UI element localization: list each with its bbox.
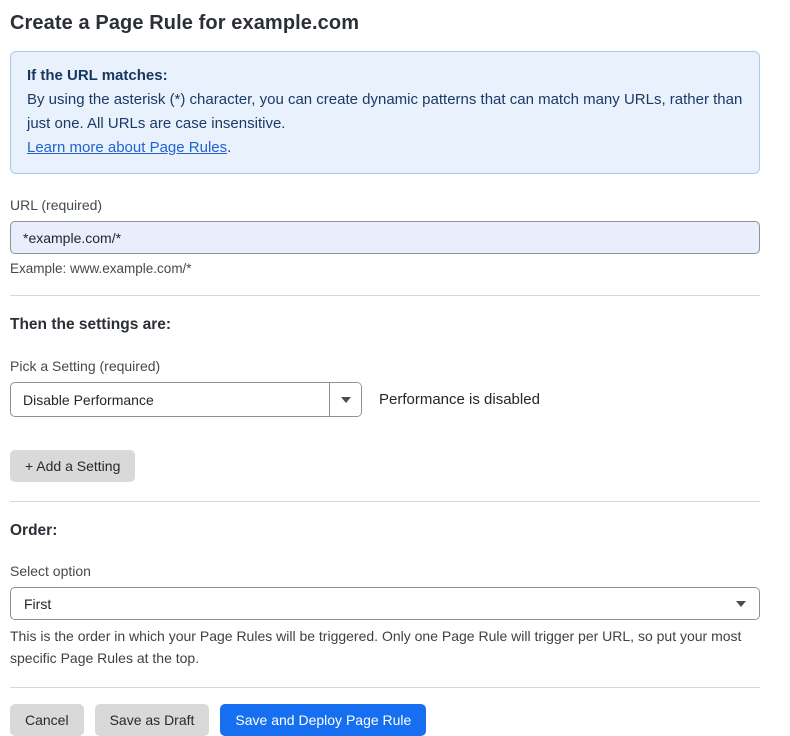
- divider: [10, 501, 760, 502]
- divider: [10, 295, 760, 296]
- setting-select-value: Disable Performance: [11, 383, 329, 416]
- setting-row: Disable Performance Performance is disab…: [10, 382, 760, 417]
- info-box-body: By using the asterisk (*) character, you…: [27, 88, 743, 136]
- setting-select-arrow-button[interactable]: [329, 383, 361, 416]
- order-select[interactable]: First: [10, 587, 760, 620]
- save-and-deploy-button[interactable]: Save and Deploy Page Rule: [220, 704, 426, 736]
- chevron-down-icon: [736, 601, 746, 607]
- order-select-label: Select option: [10, 563, 760, 579]
- order-select-value: First: [24, 596, 51, 612]
- settings-section-heading: Then the settings are:: [10, 316, 760, 334]
- url-example-hint: Example: www.example.com/*: [10, 261, 760, 276]
- add-setting-button[interactable]: + Add a Setting: [10, 450, 135, 482]
- order-help-text: This is the order in which your Page Rul…: [10, 626, 755, 669]
- cancel-button[interactable]: Cancel: [10, 704, 84, 736]
- setting-select[interactable]: Disable Performance: [10, 382, 362, 417]
- pick-setting-label: Pick a Setting (required): [10, 358, 760, 374]
- info-box-link-line: Learn more about Page Rules.: [27, 136, 743, 160]
- create-page-rule-page: Create a Page Rule for example.com If th…: [0, 0, 790, 714]
- learn-more-link[interactable]: Learn more about Page Rules: [27, 139, 227, 156]
- info-box-heading: If the URL matches:: [27, 64, 743, 88]
- url-match-info-box: If the URL matches: By using the asteris…: [10, 51, 760, 174]
- footer-actions: Cancel Save as Draft Save and Deploy Pag…: [10, 704, 760, 736]
- divider: [10, 687, 760, 688]
- save-as-draft-button[interactable]: Save as Draft: [95, 704, 210, 736]
- order-section-heading: Order:: [10, 522, 760, 540]
- link-suffix: .: [227, 139, 231, 156]
- chevron-down-icon: [341, 397, 351, 403]
- page-title: Create a Page Rule for example.com: [10, 12, 760, 35]
- setting-status-text: Performance is disabled: [379, 391, 540, 408]
- url-input[interactable]: [10, 221, 760, 254]
- url-label: URL (required): [10, 197, 760, 213]
